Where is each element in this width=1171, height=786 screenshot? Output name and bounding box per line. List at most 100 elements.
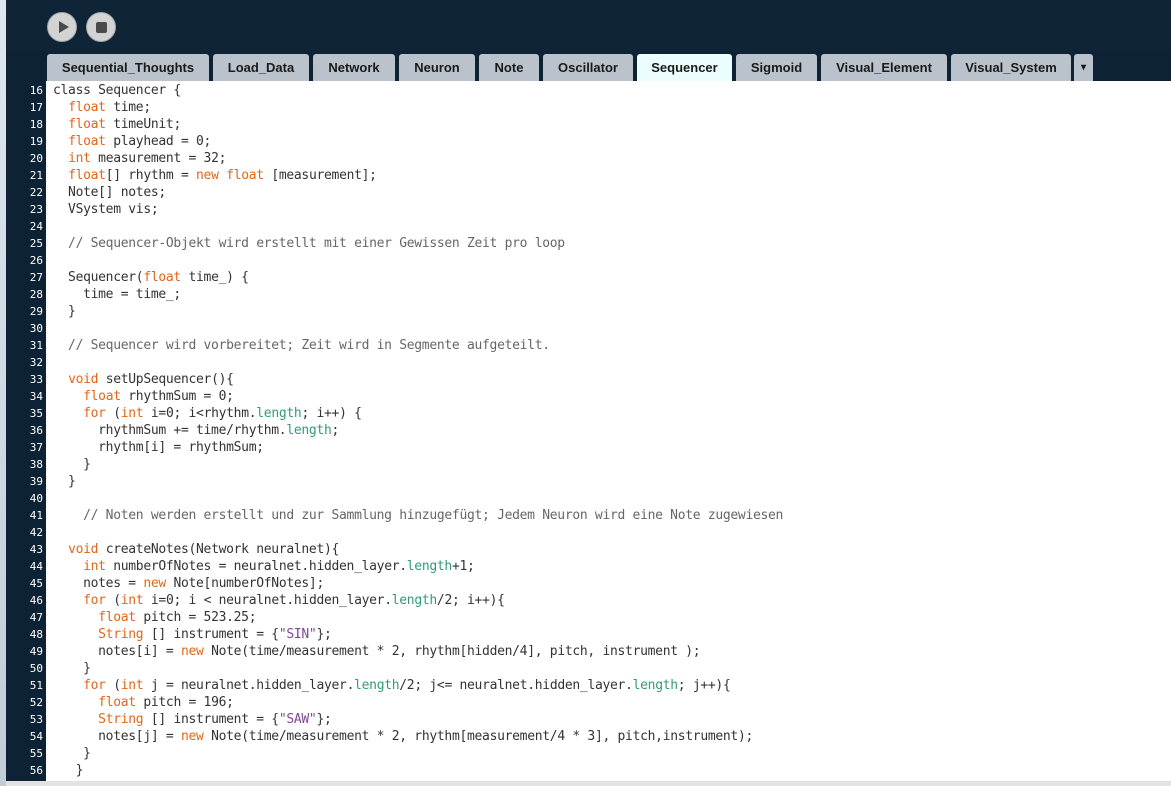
code-token: [] instrument = {: [143, 627, 279, 642]
line-number: 34: [29, 390, 43, 403]
code-text: float rhythmSum = 0;: [53, 388, 234, 405]
code-token: rhythm[i] = rhythmSum;: [53, 440, 264, 455]
code-token: new: [180, 729, 204, 744]
code-token: for: [83, 406, 106, 421]
line-number: 52: [29, 696, 43, 709]
code-token: rhythmSum = 0;: [120, 389, 234, 404]
code-token: [measurement];: [263, 168, 377, 183]
line-number: 50: [29, 662, 43, 675]
code-line: 37 rhythm[i] = rhythmSum;: [6, 439, 1171, 456]
line-number: 25: [29, 237, 43, 250]
code-token: Sequencer(: [53, 270, 144, 285]
line-number: 43: [29, 543, 43, 556]
code-line: 48 String [] instrument = {"SIN"};: [6, 626, 1171, 643]
code-token: timeUnit;: [105, 117, 181, 132]
line-number: 36: [29, 424, 43, 437]
line-number: 22: [29, 186, 43, 199]
line-number: 29: [29, 305, 43, 318]
code-text: void createNotes(Network neuralnet){: [53, 541, 339, 558]
code-text: }: [53, 303, 76, 320]
code-text: // Sequencer-Objekt wird erstellt mit ei…: [53, 235, 565, 252]
code-line: 52 float pitch = 196;: [6, 694, 1171, 711]
code-token: VSystem vis;: [53, 202, 159, 217]
code-line: 55 }: [6, 745, 1171, 762]
code-token: float: [68, 168, 106, 183]
tab-note[interactable]: Note: [479, 54, 539, 81]
code-line: 17 float time;: [6, 99, 1171, 116]
line-number: 19: [29, 135, 43, 148]
code-token: [] rhythm =: [105, 168, 197, 183]
code-token: Note[numberOfNotes];: [165, 576, 324, 591]
line-number: 47: [29, 611, 43, 624]
tabs-overflow-dropdown[interactable]: ▾: [1074, 54, 1093, 81]
tab-sequential-thoughts[interactable]: Sequential_Thoughts: [47, 54, 209, 81]
toolbar: [6, 0, 1171, 52]
line-number: 30: [29, 322, 43, 335]
tab-network[interactable]: Network: [313, 54, 395, 81]
code-line: 19 float playhead = 0;: [6, 133, 1171, 150]
code-line: 49 notes[i] = new Note(time/measurement …: [6, 643, 1171, 660]
tab-visual-system[interactable]: Visual_System: [951, 54, 1071, 81]
code-line: 30: [6, 320, 1171, 337]
code-token: (: [105, 406, 121, 421]
code-line: 34 float rhythmSum = 0;: [6, 388, 1171, 405]
code-editor[interactable]: 16 class Sequencer {17 float time; 18 floa…: [6, 81, 1171, 781]
code-line: 33 void setUpSequencer(){: [6, 371, 1171, 388]
code-line: 24: [6, 218, 1171, 235]
code-text: void setUpSequencer(){: [53, 371, 234, 388]
tab-visual-element[interactable]: Visual_Element: [821, 54, 947, 81]
code-token: playhead = 0;: [105, 134, 212, 149]
code-text: int numberOfNotes = neuralnet.hidden_lay…: [53, 558, 475, 575]
code-line: 42: [6, 524, 1171, 541]
code-token: void: [68, 542, 99, 557]
run-button[interactable]: [47, 12, 77, 42]
code-token: ;: [331, 423, 340, 438]
code-token: new: [180, 644, 204, 659]
code-line: 32: [6, 354, 1171, 371]
stop-button[interactable]: [86, 12, 116, 42]
line-number: 45: [29, 577, 43, 590]
code-line: 25 // Sequencer-Objekt wird erstellt mit…: [6, 235, 1171, 252]
code-line: 43 void createNotes(Network neuralnet){: [6, 541, 1171, 558]
tab-sigmoid[interactable]: Sigmoid: [736, 54, 817, 81]
code-text: float pitch = 196;: [53, 694, 234, 711]
code-token: j = neuralnet.hidden_layer.: [143, 678, 355, 693]
line-number: 42: [29, 526, 43, 539]
code-token: pitch = 196;: [135, 695, 234, 710]
code-text: float playhead = 0;: [53, 133, 211, 150]
code-token: /2; j<= neuralnet.hidden_layer.: [399, 678, 633, 693]
tab-load-data[interactable]: Load_Data: [213, 54, 309, 81]
code-line: 46 for (int i=0; i < neuralnet.hidden_la…: [6, 592, 1171, 609]
tab-neuron[interactable]: Neuron: [399, 54, 475, 81]
code-token: length: [286, 423, 332, 438]
code-token: new: [143, 576, 166, 591]
code-text: }: [53, 762, 84, 779]
tab-sequencer[interactable]: Sequencer: [637, 54, 732, 81]
code-text: float timeUnit;: [53, 116, 181, 133]
line-number: 56: [29, 764, 43, 777]
tab-oscillator[interactable]: Oscillator: [543, 54, 633, 81]
code-token: Note(time/measurement * 2, rhythm[hidden…: [203, 644, 701, 659]
code-line: 54 notes[j] = new Note(time/measurement …: [6, 728, 1171, 745]
code-line: 27 Sequencer(float time_) {: [6, 269, 1171, 286]
code-token: int: [120, 678, 144, 693]
code-text: // Sequencer wird vorbereitet; Zeit wird…: [53, 337, 550, 354]
code-line: 31 // Sequencer wird vorbereitet; Zeit w…: [6, 337, 1171, 354]
code-text: float pitch = 523.25;: [53, 609, 256, 626]
code-text: float[] rhythm = new float [measurement]…: [53, 167, 377, 184]
line-number: 48: [29, 628, 43, 641]
code-token: };: [316, 712, 332, 727]
code-token: int: [120, 593, 144, 608]
code-line: 56 }: [6, 762, 1171, 779]
line-number: 18: [29, 118, 43, 131]
code-text: notes = new Note[numberOfNotes];: [53, 575, 324, 592]
code-token: i=0; i < neuralnet.hidden_layer.: [143, 593, 392, 608]
code-text: Note[] notes;: [53, 184, 166, 201]
